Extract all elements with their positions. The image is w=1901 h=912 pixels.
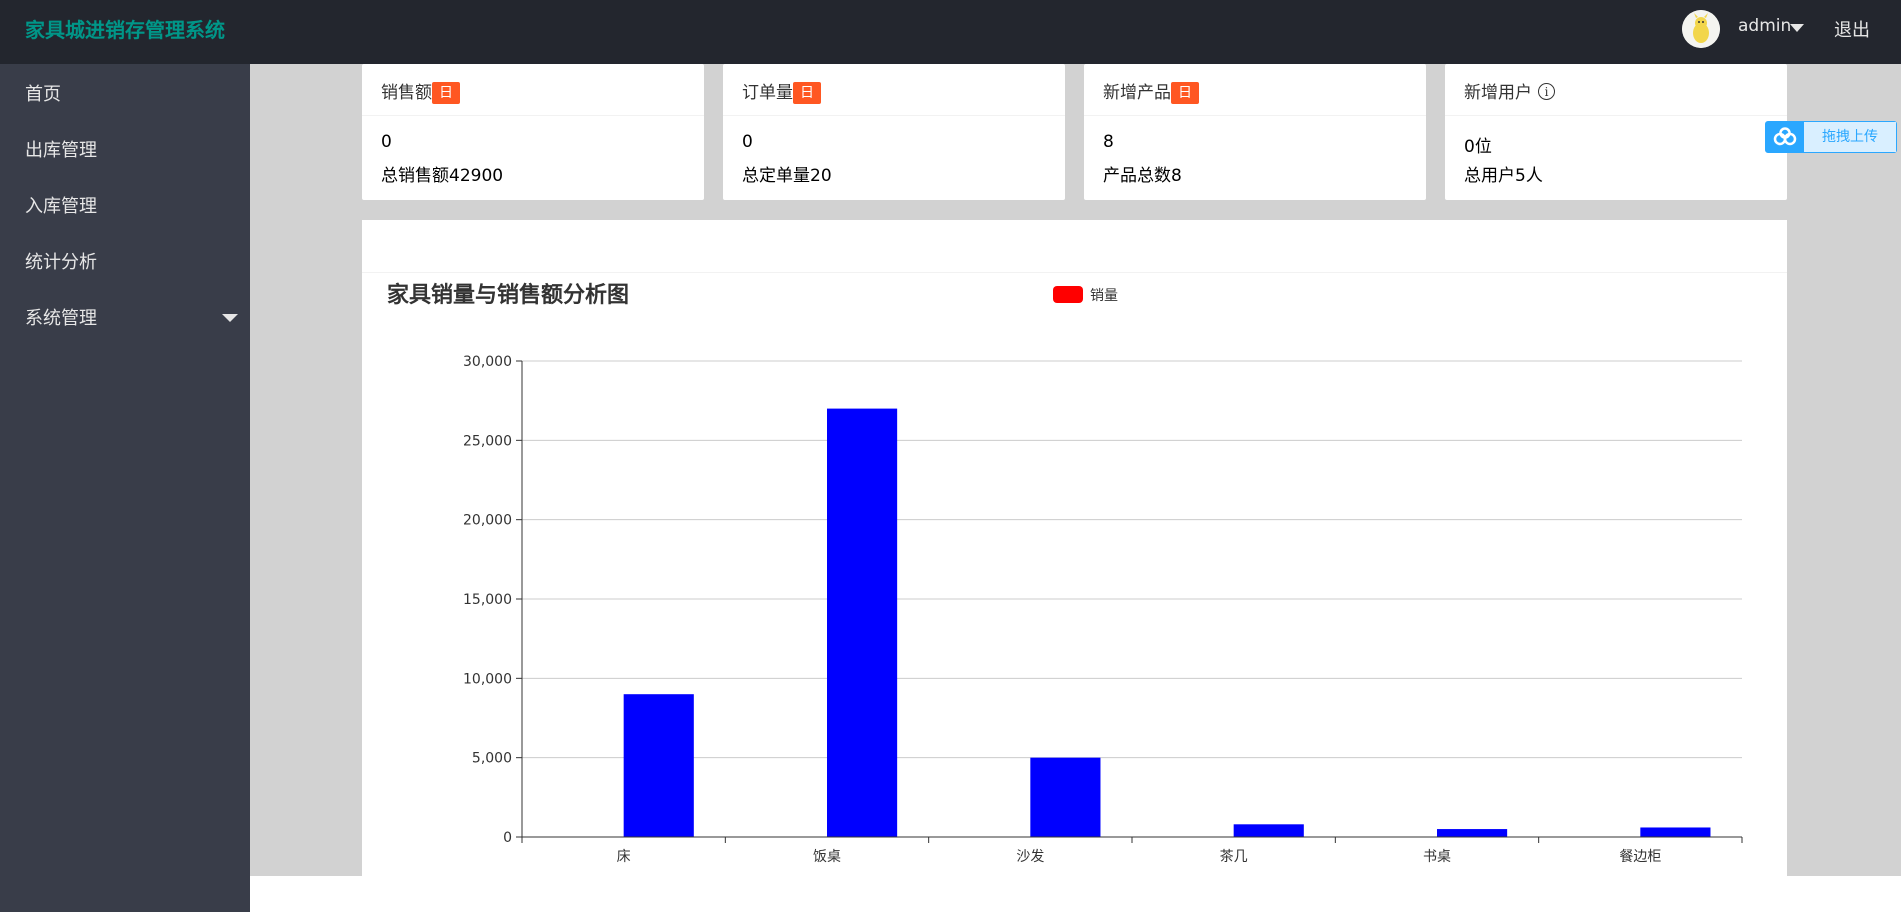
chevron-down-icon <box>222 314 238 322</box>
sidebar-item-home[interactable]: 首页 <box>0 64 250 120</box>
card-title-text: 新增用户 <box>1464 83 1532 103</box>
stat-card-products: 新增产品日 8 产品总数8 <box>1084 64 1426 200</box>
bar[interactable] <box>1640 827 1711 837</box>
bar[interactable] <box>1030 757 1101 837</box>
card-total: 总销售额42900 <box>381 166 504 186</box>
chart-title: 家具销量与销售额分析图 <box>387 282 629 308</box>
y-tick-label: 0 <box>503 830 512 846</box>
card-value: 8 <box>1103 132 1114 152</box>
y-tick-label: 5,000 <box>472 751 512 767</box>
logout-link[interactable]: 退出 <box>1834 16 1870 42</box>
x-tick-label: 书桌 <box>1423 849 1451 865</box>
card-total: 总用户5人 <box>1464 166 1543 186</box>
card-title-text: 销售额 <box>381 83 432 103</box>
sidebar-item-label: 统计分析 <box>25 252 97 273</box>
bars <box>623 408 1711 837</box>
stat-card-sales: 销售额日 0 总销售额42900 <box>362 64 704 200</box>
x-tick-label: 茶几 <box>1220 849 1248 865</box>
card-total: 总定单量20 <box>742 166 832 186</box>
grid-lines <box>522 360 1742 759</box>
y-tick-label: 20,000 <box>463 513 512 529</box>
cloud-icon <box>1766 122 1804 152</box>
card-header: 新增用户 i <box>1445 64 1787 116</box>
legend-label[interactable]: 销量 <box>1090 288 1118 304</box>
card-title: 新增用户 i <box>1464 78 1555 103</box>
bar-chart: 0 5,000 10,000 15,000 20,000 25,000 30,000 床 饭桌 沙… <box>387 282 1743 865</box>
card-header: 订单量日 <box>723 64 1065 116</box>
card-title: 销售额日 <box>381 78 460 105</box>
sidebar-item-system[interactable]: 系统管理 <box>0 288 250 344</box>
avatar-image <box>1682 10 1720 48</box>
chart-panel: 0 5,000 10,000 15,000 20,000 25,000 30,000 床 饭桌 沙… <box>362 220 1787 876</box>
x-tick-label: 饭桌 <box>813 849 841 865</box>
card-value: 0 <box>381 132 392 152</box>
y-tick-label: 30,000 <box>463 354 512 370</box>
y-tick-label: 25,000 <box>463 433 512 449</box>
card-title: 新增产品日 <box>1103 78 1199 105</box>
sidebar-item-label: 入库管理 <box>25 196 97 217</box>
sidebar: 首页 出库管理 入库管理 统计分析 系统管理 <box>0 64 250 912</box>
avatar[interactable] <box>1682 10 1720 48</box>
sidebar-item-label: 出库管理 <box>25 140 97 161</box>
period-badge: 日 <box>793 82 821 104</box>
card-title-text: 新增产品 <box>1103 83 1171 103</box>
card-total: 产品总数8 <box>1103 166 1182 186</box>
card-header: 新增产品日 <box>1084 64 1426 116</box>
card-title: 订单量日 <box>742 78 821 105</box>
bar[interactable] <box>1233 824 1304 837</box>
info-icon[interactable]: i <box>1538 83 1555 100</box>
x-tick-label: 床 <box>617 849 631 865</box>
sidebar-item-label: 首页 <box>25 84 61 105</box>
card-header: 销售额日 <box>362 64 704 116</box>
x-tick-label: 沙发 <box>1016 849 1044 865</box>
legend-swatch[interactable] <box>1053 286 1083 303</box>
y-tick-label: 15,000 <box>463 592 512 608</box>
card-value: 0位 <box>1464 137 1492 157</box>
period-badge: 日 <box>432 82 460 104</box>
x-tick-label: 餐边柜 <box>1619 849 1661 865</box>
app-title[interactable]: 家具城进销存管理系统 <box>25 14 225 43</box>
stat-card-orders: 订单量日 0 总定单量20 <box>723 64 1065 200</box>
y-tick-label: 10,000 <box>463 671 512 687</box>
sidebar-item-label: 系统管理 <box>25 308 97 329</box>
sidebar-item-statistics[interactable]: 统计分析 <box>0 232 250 288</box>
top-header: 家具城进销存管理系统 admin 退出 <box>0 0 1901 64</box>
drag-upload-widget[interactable]: 拖拽上传 <box>1765 121 1897 153</box>
user-menu[interactable]: admin <box>1738 16 1791 36</box>
card-value: 0 <box>742 132 753 152</box>
bar[interactable] <box>1437 829 1508 837</box>
bar[interactable] <box>827 408 898 837</box>
card-title-text: 订单量 <box>742 83 793 103</box>
period-badge: 日 <box>1171 82 1199 104</box>
bar[interactable] <box>623 694 694 837</box>
chevron-down-icon[interactable] <box>1790 24 1804 32</box>
sidebar-item-outbound[interactable]: 出库管理 <box>0 120 250 176</box>
sidebar-item-inbound[interactable]: 入库管理 <box>0 176 250 232</box>
stat-card-users: 新增用户 i 0位 总用户5人 <box>1445 64 1787 200</box>
main-content: 销售额日 0 总销售额42900 订单量日 0 总定单量20 新增产品日 8 产… <box>250 64 1901 876</box>
upload-label: 拖拽上传 <box>1804 122 1896 152</box>
